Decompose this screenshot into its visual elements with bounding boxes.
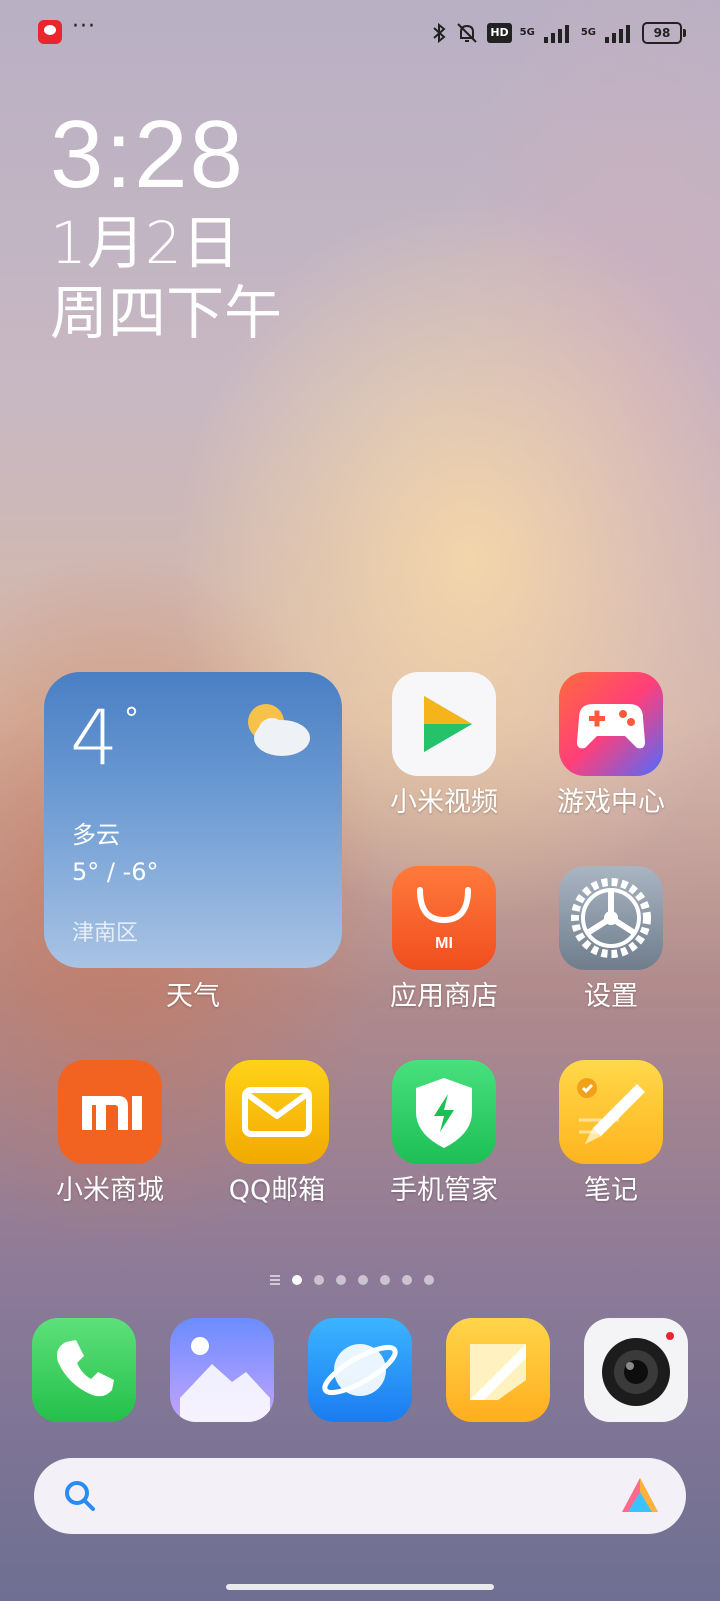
page-indicator[interactable] [270, 1275, 434, 1285]
network-type: 5G [580, 27, 596, 38]
video-play-icon [424, 696, 472, 752]
mi-logo-icon [82, 1096, 142, 1130]
search-icon [65, 1481, 95, 1511]
gamepad-icon [577, 704, 645, 749]
shopping-bag-icon: MI [417, 887, 471, 952]
qq-mail-app[interactable] [225, 1060, 329, 1164]
shield-bolt-icon [416, 1078, 472, 1148]
status-icons: HD 5G 5G 98 [431, 20, 686, 46]
app-badge-icon [38, 20, 62, 44]
page-dot[interactable] [358, 1275, 368, 1285]
clock-date: 1月2日 [50, 209, 240, 277]
notes-app[interactable] [559, 1060, 663, 1164]
browser-icon [322, 1344, 398, 1396]
gallery-icon [180, 1337, 270, 1422]
search-bar[interactable] [34, 1458, 686, 1534]
status-bar: ··· HD 5G 5G 98 [0, 0, 720, 64]
weather-location: 津南区 [72, 921, 139, 946]
settings-app[interactable] [559, 866, 663, 970]
game-center-label: 游戏中心 [557, 787, 665, 818]
page-dot[interactable] [314, 1275, 324, 1285]
xiaomi-video-label: 小米视频 [390, 787, 498, 818]
weather-temperature: 4 [70, 693, 119, 782]
camera-icon [602, 1332, 674, 1406]
dock-browser-app[interactable] [308, 1318, 412, 1422]
partly-cloudy-icon [248, 704, 310, 756]
home-indicator[interactable] [226, 1584, 494, 1590]
clock-weekday: 周四下午 [50, 279, 283, 347]
mi-store-label: 小米商城 [56, 1175, 164, 1206]
mi-store-app[interactable] [58, 1060, 162, 1164]
hd-voice-icon: HD [487, 23, 512, 43]
notes-icon [470, 1344, 526, 1400]
weather-range: 5° / -6° [72, 858, 159, 886]
weather-label: 天气 [166, 981, 220, 1012]
signal-icon [605, 25, 630, 43]
bell-muted-icon [457, 23, 478, 43]
assistant-logo-icon[interactable] [618, 1474, 662, 1518]
page-dot[interactable] [336, 1275, 346, 1285]
page-dot[interactable] [402, 1275, 412, 1285]
signal-icon [543, 25, 569, 43]
phone-icon [57, 1340, 114, 1397]
phone-manager-label: 手机管家 [390, 1175, 498, 1206]
more-notifications-icon: ··· [72, 14, 96, 39]
game-center-app[interactable] [559, 672, 663, 776]
settings-label: 设置 [584, 981, 638, 1012]
dock-camera-app[interactable] [584, 1318, 688, 1422]
dock-gallery-app[interactable] [170, 1318, 274, 1422]
app-store-label: 应用商店 [390, 981, 498, 1012]
phone-manager-app[interactable] [392, 1060, 496, 1164]
page-dot[interactable] [292, 1275, 302, 1285]
bluetooth-icon [433, 22, 446, 44]
notes-label: 笔记 [584, 1175, 638, 1206]
app-store-app[interactable]: MI [392, 866, 496, 970]
battery-indicator: 98 [642, 22, 686, 44]
dock-phone-app[interactable] [32, 1318, 136, 1422]
note-pencil-icon [577, 1078, 645, 1144]
qq-mail-label: QQ邮箱 [228, 1175, 326, 1206]
xiaomi-video-app[interactable] [392, 672, 496, 776]
network-type: 5G [519, 27, 535, 38]
page-dot[interactable] [380, 1275, 390, 1285]
clock-time[interactable]: 3:28 [50, 100, 245, 210]
svg-text:MI: MI [435, 935, 453, 952]
gear-icon [571, 878, 651, 958]
page-dot[interactable] [424, 1275, 434, 1285]
weather-condition: 多云 [72, 821, 120, 849]
envelope-icon [242, 1087, 312, 1137]
dock-notes-app[interactable] [446, 1318, 550, 1422]
minus-one-screen-icon[interactable] [270, 1275, 280, 1285]
weather-degree-symbol: ° [124, 702, 139, 737]
